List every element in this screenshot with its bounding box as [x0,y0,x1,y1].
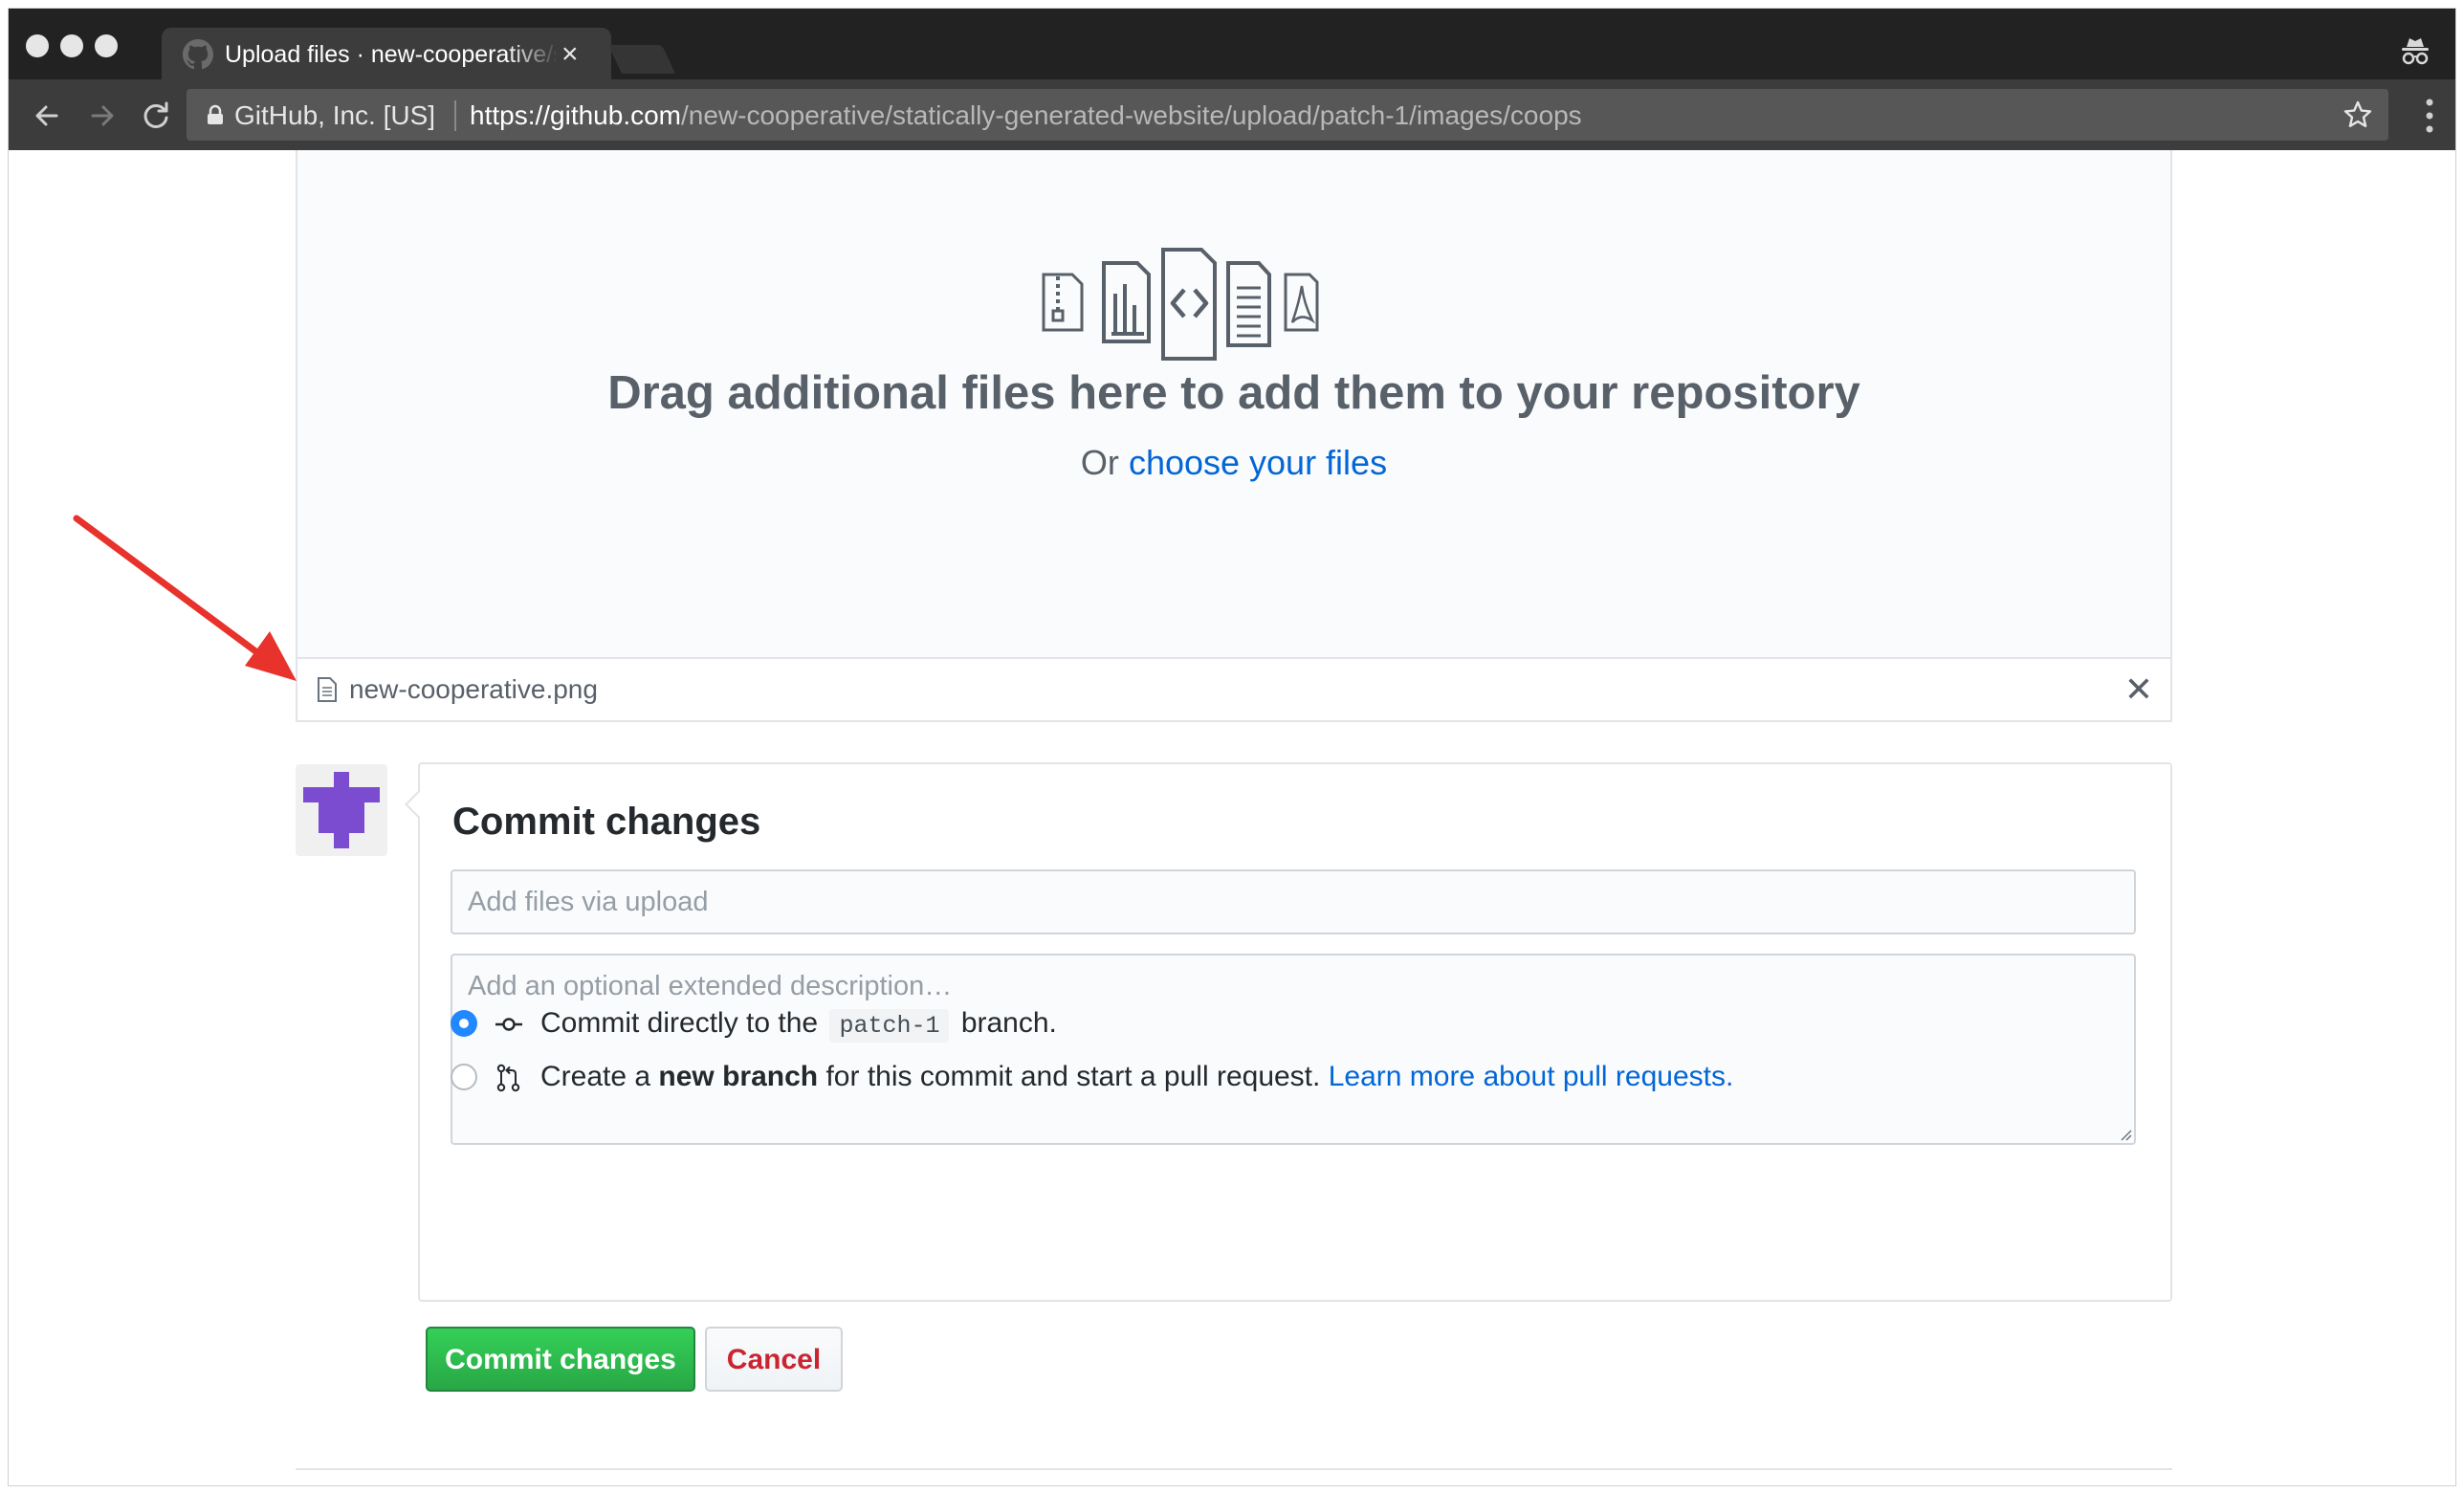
new-branch-radio[interactable] [451,1064,477,1090]
url-path: /new-cooperative/statically-generated-we… [681,100,1582,130]
forward-arrow-icon[interactable] [85,99,120,133]
commit-direct-option[interactable]: Commit directly to the patch-1 branch. [451,1005,2077,1044]
git-pull-request-icon [496,1064,520,1092]
file-pdf-icon [1284,273,1319,332]
back-arrow-icon[interactable] [30,99,64,133]
browser-menu-icon[interactable] [2425,97,2434,135]
remove-file-close-icon[interactable]: ✕ [2124,669,2153,711]
choose-files-line: Or choose your files [297,443,2170,483]
avatar[interactable] [296,764,387,856]
textarea-resize-handle[interactable] [2119,1128,2132,1141]
branch-name-badge: patch-1 [829,1009,950,1043]
new-branch-emphasis: new branch [658,1061,819,1092]
site-identity-label: GitHub, Inc. [US] [234,100,436,130]
url-text[interactable]: https://github.com/new-cooperative/stati… [470,100,1582,131]
file-text-icon [1226,261,1271,347]
new-branch-option[interactable]: Create a new branch for this commit and … [451,1059,2077,1097]
file-drop-zone[interactable]: Drag additional files here to add them t… [296,150,2172,659]
new-branch-suffix: for this commit and start a pull request… [825,1061,1321,1092]
commit-direct-suffix: branch. [960,1007,1057,1039]
browser-title-bar: Upload files · new-cooperative/staticall… [9,9,2455,81]
new-tab-button[interactable] [608,45,675,74]
uploaded-file-name: new-cooperative.png [349,674,598,704]
choose-files-link[interactable]: choose your files [1129,443,1387,482]
browser-window: Upload files · new-cooperative/staticall… [8,8,2456,1486]
page-divider [296,1468,2172,1470]
uploaded-file-row: new-cooperative.png ✕ [296,657,2172,722]
file-chart-icon [1102,261,1151,343]
commit-form-title: Commit changes [452,801,761,843]
commit-changes-button[interactable]: Commit changes [426,1327,695,1392]
new-branch-prefix: Create a [540,1061,651,1092]
file-code-icon [1161,248,1217,361]
url-host: https://github.com [470,100,682,130]
learn-more-pull-requests-link[interactable]: Learn more about pull requests. [1329,1061,1734,1092]
commit-summary-input[interactable] [451,869,2136,934]
github-octocat-icon [183,39,213,70]
commit-direct-radio[interactable] [451,1010,477,1037]
commit-form: Commit changes Commit directly to the pa… [405,762,2172,1302]
lock-icon [208,104,223,124]
or-text: Or [1080,443,1119,482]
browser-toolbar: GitHub, Inc. [US] https://github.com/new… [9,79,2455,150]
file-zip-icon [1042,273,1084,332]
file-type-icons [1042,248,1319,361]
file-icon [318,677,337,702]
cancel-button[interactable]: Cancel [705,1327,843,1392]
avatar-identicon [303,772,380,848]
bookmark-star-icon[interactable] [2343,99,2373,130]
red-annotation-arrow-icon [73,515,297,681]
window-close-control[interactable] [26,34,49,57]
address-bar[interactable]: GitHub, Inc. [US] https://github.com/new… [187,89,2388,141]
commit-direct-prefix: Commit directly to the [540,1007,819,1039]
browser-tab-active[interactable]: Upload files · new-cooperative/staticall… [162,28,611,81]
window-minimize-control[interactable] [60,34,83,57]
commit-description-textarea[interactable] [451,954,2136,1145]
tab-close-icon[interactable]: × [561,35,579,74]
incognito-icon [2402,38,2429,65]
reload-icon[interactable] [139,99,173,133]
git-commit-icon [495,1018,522,1031]
drop-zone-heading: Drag additional files here to add them t… [607,367,1860,419]
page-content: Drag additional files here to add them t… [9,150,2455,1485]
window-zoom-control[interactable] [95,34,118,57]
